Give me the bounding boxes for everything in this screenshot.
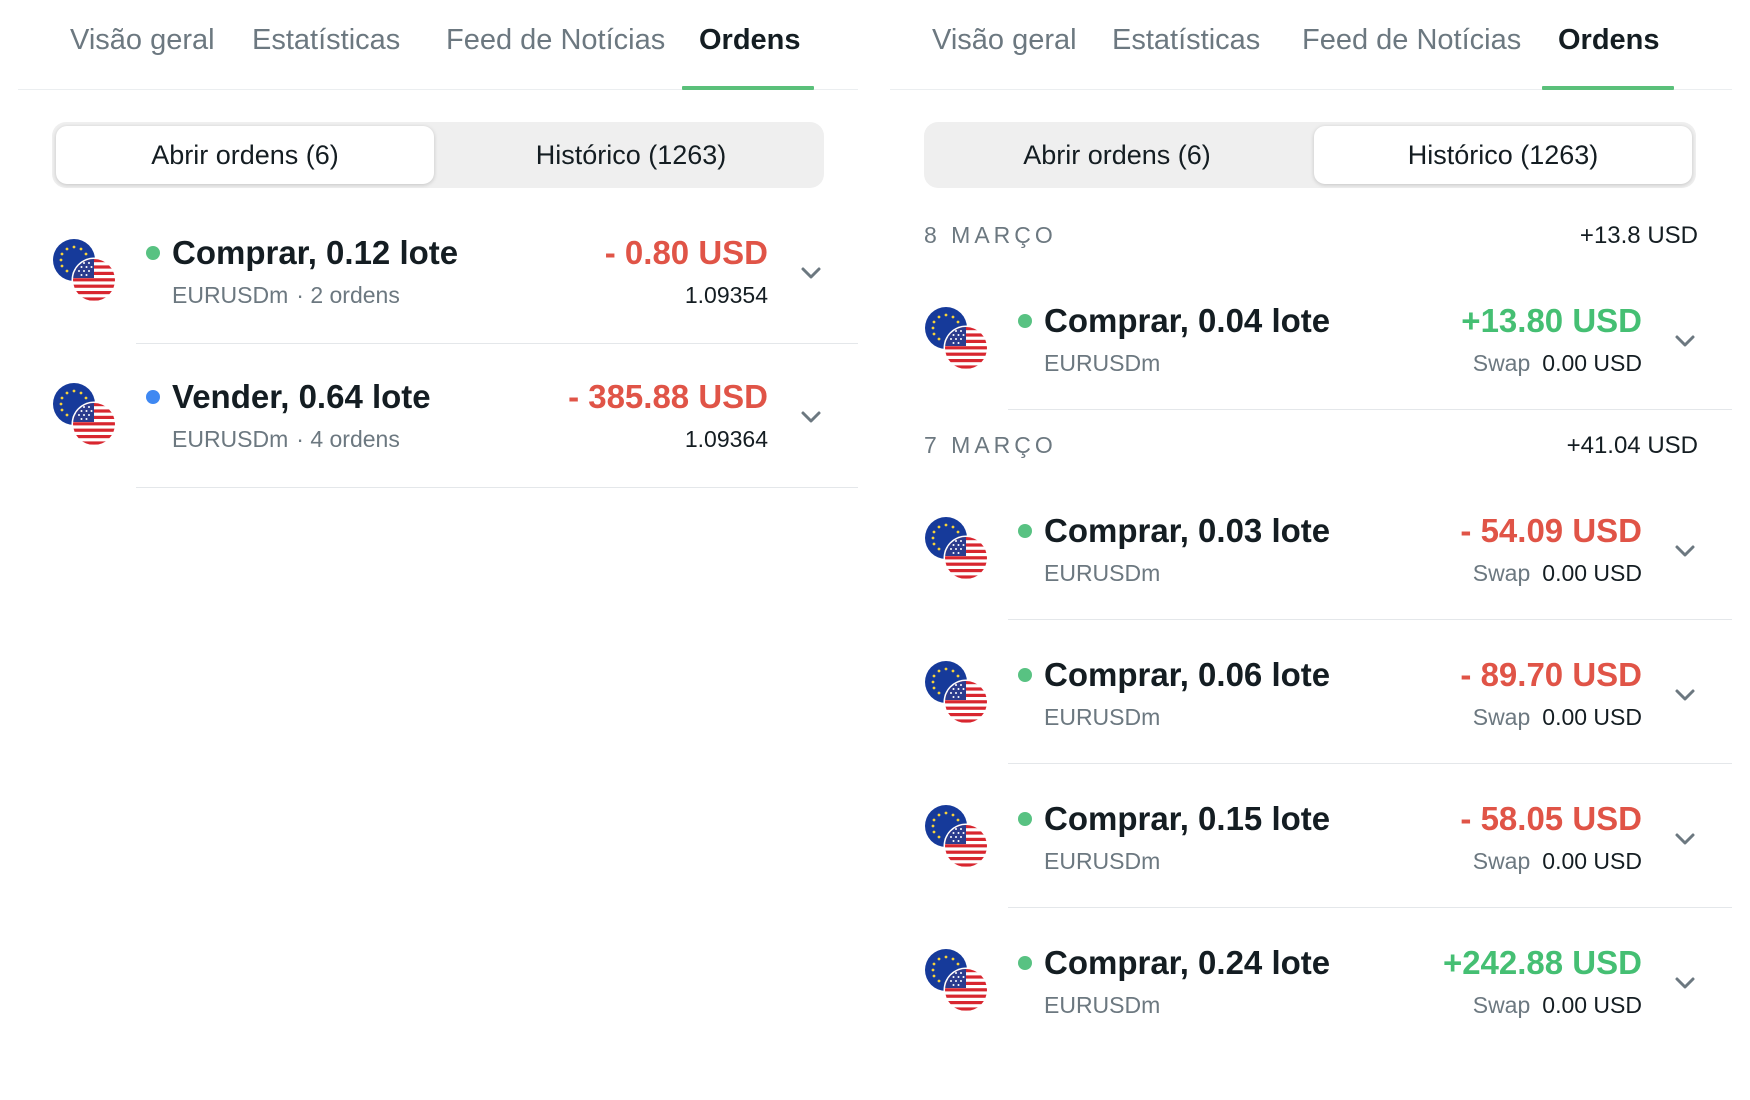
eur-usd-flag-icon bbox=[52, 238, 118, 304]
active-tab-indicator bbox=[682, 86, 814, 90]
order-title: Comprar, 0.03 lote bbox=[1044, 512, 1331, 549]
swap-value: 0.00 USD bbox=[1542, 704, 1642, 730]
eur-usd-flag-icon bbox=[924, 306, 990, 372]
order-symbol: EURUSDm bbox=[1044, 848, 1161, 874]
order-row[interactable]: Vender, 0.64 lote EURUSDm · 4 ordens - 385.… bbox=[18, 344, 858, 488]
group-total: +13.8 USD bbox=[1579, 222, 1698, 249]
swap-info: Swap 0.00 USD bbox=[1473, 992, 1642, 1019]
profit-amount: - 54.09 USD bbox=[1460, 512, 1642, 549]
orders-count: · 2 ordens bbox=[296, 282, 400, 308]
order-symbol: EURUSDm bbox=[1044, 704, 1161, 730]
open-orders-panel: Visão geral Estatísticas Feed de Notícia… bbox=[18, 0, 858, 1100]
date-group-header: 8 MARÇO +13.8 USD bbox=[924, 222, 1698, 252]
chevron-down-icon[interactable] bbox=[1674, 544, 1696, 558]
history-row[interactable]: Comprar, 0.15 lote EURUSDm - 58.05 USD Swap… bbox=[890, 764, 1732, 908]
profit-amount: - 89.70 USD bbox=[1460, 656, 1642, 693]
order-symbol: EURUSDm bbox=[1044, 992, 1161, 1018]
chevron-down-icon[interactable] bbox=[1674, 832, 1696, 846]
profit-amount: +242.88 USD bbox=[1442, 944, 1642, 981]
open-orders-segment[interactable]: Abrir ordens (6) bbox=[56, 126, 434, 184]
order-title: Comprar, 0.24 lote bbox=[1044, 944, 1331, 981]
buy-status-dot bbox=[1018, 524, 1032, 538]
swap-value: 0.00 USD bbox=[1542, 350, 1642, 376]
tab-news-feed[interactable]: Feed de Notícias bbox=[446, 24, 665, 57]
swap-info: Swap 0.00 USD bbox=[1473, 350, 1642, 377]
order-symbol: EURUSDm bbox=[1044, 560, 1161, 586]
swap-info: Swap 0.00 USD bbox=[1473, 704, 1642, 731]
swap-label: Swap bbox=[1472, 704, 1531, 730]
order-title: Comprar, 0.04 lote bbox=[1044, 302, 1331, 339]
swap-value: 0.00 USD bbox=[1542, 848, 1642, 874]
order-symbol: EURUSDm · 2 ordens bbox=[172, 282, 400, 309]
orders-segmented-control: Abrir ordens (6) Histórico (1263) bbox=[924, 122, 1696, 188]
open-orders-segment[interactable]: Abrir ordens (6) bbox=[928, 126, 1306, 184]
order-title: Comprar, 0.12 lote bbox=[172, 234, 459, 271]
group-date: 8 MARÇO bbox=[924, 222, 1057, 248]
group-date: 7 MARÇO bbox=[924, 432, 1057, 458]
history-row[interactable]: Comprar, 0.06 lote EURUSDm - 89.70 USD Swap… bbox=[890, 620, 1732, 764]
chevron-down-icon[interactable] bbox=[1674, 688, 1696, 702]
chevron-down-icon[interactable] bbox=[800, 410, 822, 424]
tab-orders[interactable]: Ordens bbox=[1558, 24, 1660, 57]
profit-amount: - 385.88 USD bbox=[568, 378, 768, 415]
orders-count: · 4 ordens bbox=[296, 426, 400, 452]
eur-usd-flag-icon bbox=[924, 804, 990, 870]
tab-orders[interactable]: Ordens bbox=[699, 24, 801, 57]
tab-statistics[interactable]: Estatísticas bbox=[1112, 24, 1260, 57]
buy-status-dot bbox=[1018, 812, 1032, 826]
buy-status-dot bbox=[146, 246, 160, 260]
tab-statistics[interactable]: Estatísticas bbox=[252, 24, 400, 57]
profit-amount: - 58.05 USD bbox=[1460, 800, 1642, 837]
swap-label: Swap bbox=[1472, 848, 1531, 874]
buy-status-dot bbox=[1018, 956, 1032, 970]
eur-usd-flag-icon bbox=[924, 516, 990, 582]
profit-amount: - 0.80 USD bbox=[604, 234, 768, 271]
symbol-label: EURUSDm bbox=[172, 282, 289, 308]
eur-usd-flag-icon bbox=[924, 948, 990, 1014]
swap-info: Swap 0.00 USD bbox=[1473, 848, 1642, 875]
order-symbol: EURUSDm bbox=[1044, 350, 1161, 376]
profit-amount: +13.80 USD bbox=[1461, 302, 1642, 339]
swap-label: Swap bbox=[1472, 560, 1531, 586]
swap-value: 0.00 USD bbox=[1542, 560, 1642, 586]
history-segment[interactable]: Histórico (1263) bbox=[442, 126, 820, 184]
swap-value: 0.00 USD bbox=[1542, 992, 1642, 1018]
order-title: Vender, 0.64 lote bbox=[172, 378, 431, 415]
eur-usd-flag-icon bbox=[52, 382, 118, 448]
orders-segmented-control: Abrir ordens (6) Histórico (1263) bbox=[52, 122, 824, 188]
date-group-header: 7 MARÇO +41.04 USD bbox=[924, 432, 1698, 462]
symbol-label: EURUSDm bbox=[172, 426, 289, 452]
tab-overview[interactable]: Visão geral bbox=[932, 24, 1077, 57]
group-total: +41.04 USD bbox=[1566, 432, 1698, 459]
chevron-down-icon[interactable] bbox=[1674, 334, 1696, 348]
eur-usd-flag-icon bbox=[924, 660, 990, 726]
swap-label: Swap bbox=[1472, 992, 1531, 1018]
sell-status-dot bbox=[146, 390, 160, 404]
history-row[interactable]: Comprar, 0.03 lote EURUSDm - 54.09 USD Swap… bbox=[890, 476, 1732, 620]
history-panel: Visão geral Estatísticas Feed de Notícia… bbox=[890, 0, 1732, 1100]
row-divider bbox=[136, 487, 858, 488]
tab-news-feed[interactable]: Feed de Notícias bbox=[1302, 24, 1521, 57]
chevron-down-icon[interactable] bbox=[1674, 976, 1696, 990]
swap-info: Swap 0.00 USD bbox=[1473, 560, 1642, 587]
buy-status-dot bbox=[1018, 668, 1032, 682]
tab-bar: Visão geral Estatísticas Feed de Notícia… bbox=[18, 0, 858, 90]
row-divider bbox=[1008, 409, 1732, 410]
buy-status-dot bbox=[1018, 314, 1032, 328]
order-price: 1.09364 bbox=[684, 426, 768, 452]
history-row[interactable]: Comprar, 0.24 lote EURUSDm +242.88 USD Swap… bbox=[890, 908, 1732, 1058]
order-row[interactable]: Comprar, 0.12 lote EURUSDm · 2 ordens - 0.8… bbox=[18, 200, 858, 344]
chevron-down-icon[interactable] bbox=[800, 266, 822, 280]
order-symbol: EURUSDm · 4 ordens bbox=[172, 426, 400, 453]
order-title: Comprar, 0.15 lote bbox=[1044, 800, 1331, 837]
order-title: Comprar, 0.06 lote bbox=[1044, 656, 1331, 693]
swap-label: Swap bbox=[1472, 350, 1531, 376]
order-price: 1.09354 bbox=[684, 282, 768, 308]
tab-overview[interactable]: Visão geral bbox=[70, 24, 215, 57]
active-tab-indicator bbox=[1542, 86, 1674, 90]
tab-bar: Visão geral Estatísticas Feed de Notícia… bbox=[890, 0, 1732, 90]
history-segment[interactable]: Histórico (1263) bbox=[1314, 126, 1692, 184]
history-row[interactable]: Comprar, 0.04 lote EURUSDm +13.80 USD Swap 0… bbox=[890, 266, 1732, 410]
